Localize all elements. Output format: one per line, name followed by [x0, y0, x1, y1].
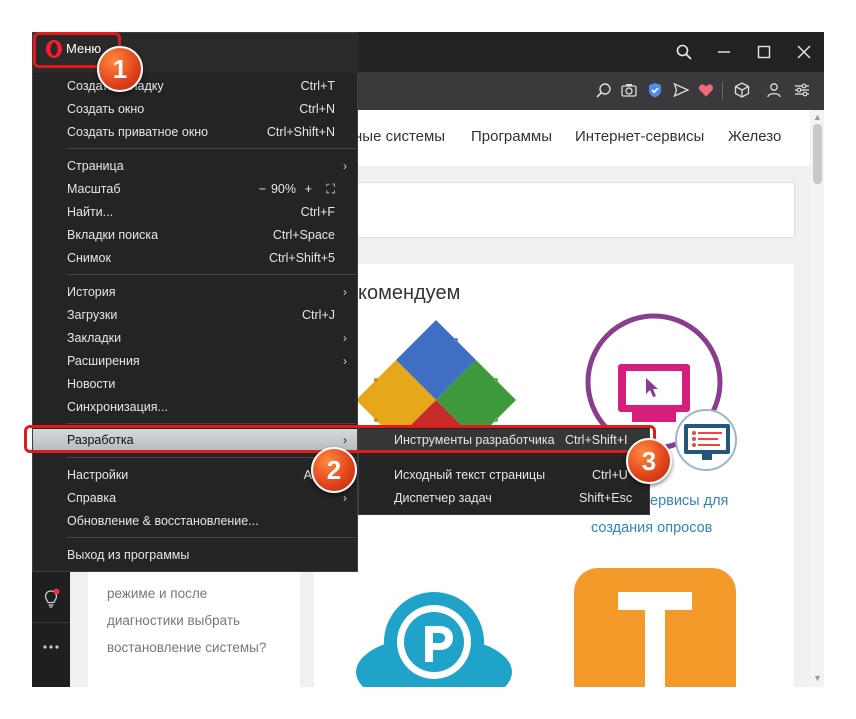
menu-separator	[66, 148, 356, 149]
menu-shortcut: Ctrl+Shift+N	[266, 125, 335, 139]
menu-separator	[66, 457, 356, 458]
submenu-item-task-manager[interactable]: Диспетчер задач	[394, 489, 492, 507]
menu-item-settings[interactable]: Настройки	[67, 466, 128, 484]
maximize-icon[interactable]	[744, 32, 784, 72]
scrollbar-thumb[interactable]	[813, 124, 822, 184]
menu-item-history[interactable]: История	[67, 283, 115, 301]
nav-link-internet-services[interactable]: Интернет-сервисы	[575, 128, 704, 145]
scroll-down-arrow[interactable]: ▼	[813, 673, 822, 683]
menu-item-find[interactable]: Найти...	[67, 203, 113, 221]
menu-shortcut: Ctrl+Space	[272, 228, 335, 242]
menu-item-extensions[interactable]: Расширения	[67, 352, 140, 370]
sidebar-divider	[32, 622, 70, 623]
step-badge-2: 2	[311, 447, 357, 493]
menu-shortcut: Ctrl+N	[299, 102, 335, 116]
zoom-value: 90%	[270, 182, 296, 196]
menu-shortcut: Ctrl+Shift+5	[268, 251, 335, 265]
menu-separator	[66, 537, 356, 538]
menu-item-zoom[interactable]: Масштаб	[67, 180, 120, 198]
menu-item-sync[interactable]: Синхронизация...	[67, 398, 168, 416]
menu-shortcut: Ctrl+T	[300, 79, 335, 93]
submenu-shortcut: Shift+Esc	[579, 491, 633, 505]
menu-separator	[66, 423, 356, 424]
step-badge-1: 1	[97, 46, 143, 92]
nav-link-hardware[interactable]: Железо	[728, 128, 781, 145]
nav-link-programs[interactable]: Программы	[471, 128, 552, 145]
menu-item-search-tabs[interactable]: Вкладки поиска	[67, 226, 158, 244]
close-icon[interactable]	[784, 32, 824, 72]
menu-item-bookmarks[interactable]: Закладки	[67, 329, 121, 347]
shield-icon[interactable]	[645, 80, 665, 100]
submenu-item-view-source[interactable]: Исходный текст страницы	[394, 466, 545, 484]
left-card-text-line: диагностики выбрать	[107, 613, 241, 628]
zoom-icon[interactable]	[594, 80, 614, 100]
submenu-arrow-icon: ›	[343, 159, 347, 173]
menu-item-private-window[interactable]: Создать приватное окно	[67, 123, 208, 141]
submenu-arrow-icon: ›	[343, 354, 347, 368]
menu-item-new-window[interactable]: Создать окно	[67, 100, 144, 118]
camera-icon[interactable]	[619, 80, 639, 100]
step-badge-3: 3	[626, 438, 672, 484]
submenu-arrow-icon: ›	[343, 331, 347, 345]
user-icon[interactable]	[764, 80, 784, 100]
recommend-heading: комендуем	[358, 282, 461, 304]
search-icon[interactable]	[664, 32, 704, 72]
menu-shortcut: Ctrl+J	[302, 308, 335, 322]
menu-item-update-recovery[interactable]: Обновление & восстановление...	[67, 512, 259, 530]
send-icon[interactable]	[671, 80, 691, 100]
scroll-up-arrow[interactable]: ▲	[813, 112, 822, 122]
settings-icon[interactable]	[792, 80, 812, 100]
menu-item-snapshot[interactable]: Снимок	[67, 249, 111, 267]
survey-link-line1[interactable]: ервисы для	[650, 493, 728, 509]
left-card-text-line: востановление системы?	[107, 640, 267, 655]
menu-item-page[interactable]: Страница	[67, 157, 124, 175]
menu-item-downloads[interactable]: Загрузки	[67, 306, 117, 324]
more-icon[interactable]	[40, 640, 62, 654]
submenu-arrow-icon: ›	[343, 285, 347, 299]
nav-link-systems[interactable]: ные системы	[354, 128, 445, 145]
minimize-icon[interactable]	[704, 32, 744, 72]
menu-shortcut: Ctrl+F	[300, 205, 335, 219]
heart-icon[interactable]	[696, 80, 716, 100]
submenu-shortcut: Ctrl+U	[592, 468, 628, 482]
menu-item-help[interactable]: Справка	[67, 489, 116, 507]
orange-t-logo[interactable]	[574, 568, 736, 687]
submenu-arrow-icon: ›	[343, 491, 347, 505]
menu-item-news[interactable]: Новости	[67, 375, 115, 393]
toolbar-divider	[722, 82, 723, 100]
zoom-plus-button[interactable]: +	[299, 180, 312, 198]
menu-separator	[66, 274, 356, 275]
scrollbar[interactable]	[810, 110, 824, 687]
fullscreen-icon[interactable]: ⛶	[320, 180, 335, 198]
zoom-minus-button[interactable]: −	[254, 180, 266, 198]
left-card-text-line: режиме и после	[107, 586, 208, 601]
menu-item-exit[interactable]: Выход из программы	[67, 546, 189, 564]
cloud-p-logo[interactable]	[354, 592, 514, 687]
lightbulb-icon[interactable]	[40, 588, 62, 610]
survey-link-line2[interactable]: создания опросов	[591, 520, 712, 536]
cube-icon[interactable]	[732, 80, 752, 100]
